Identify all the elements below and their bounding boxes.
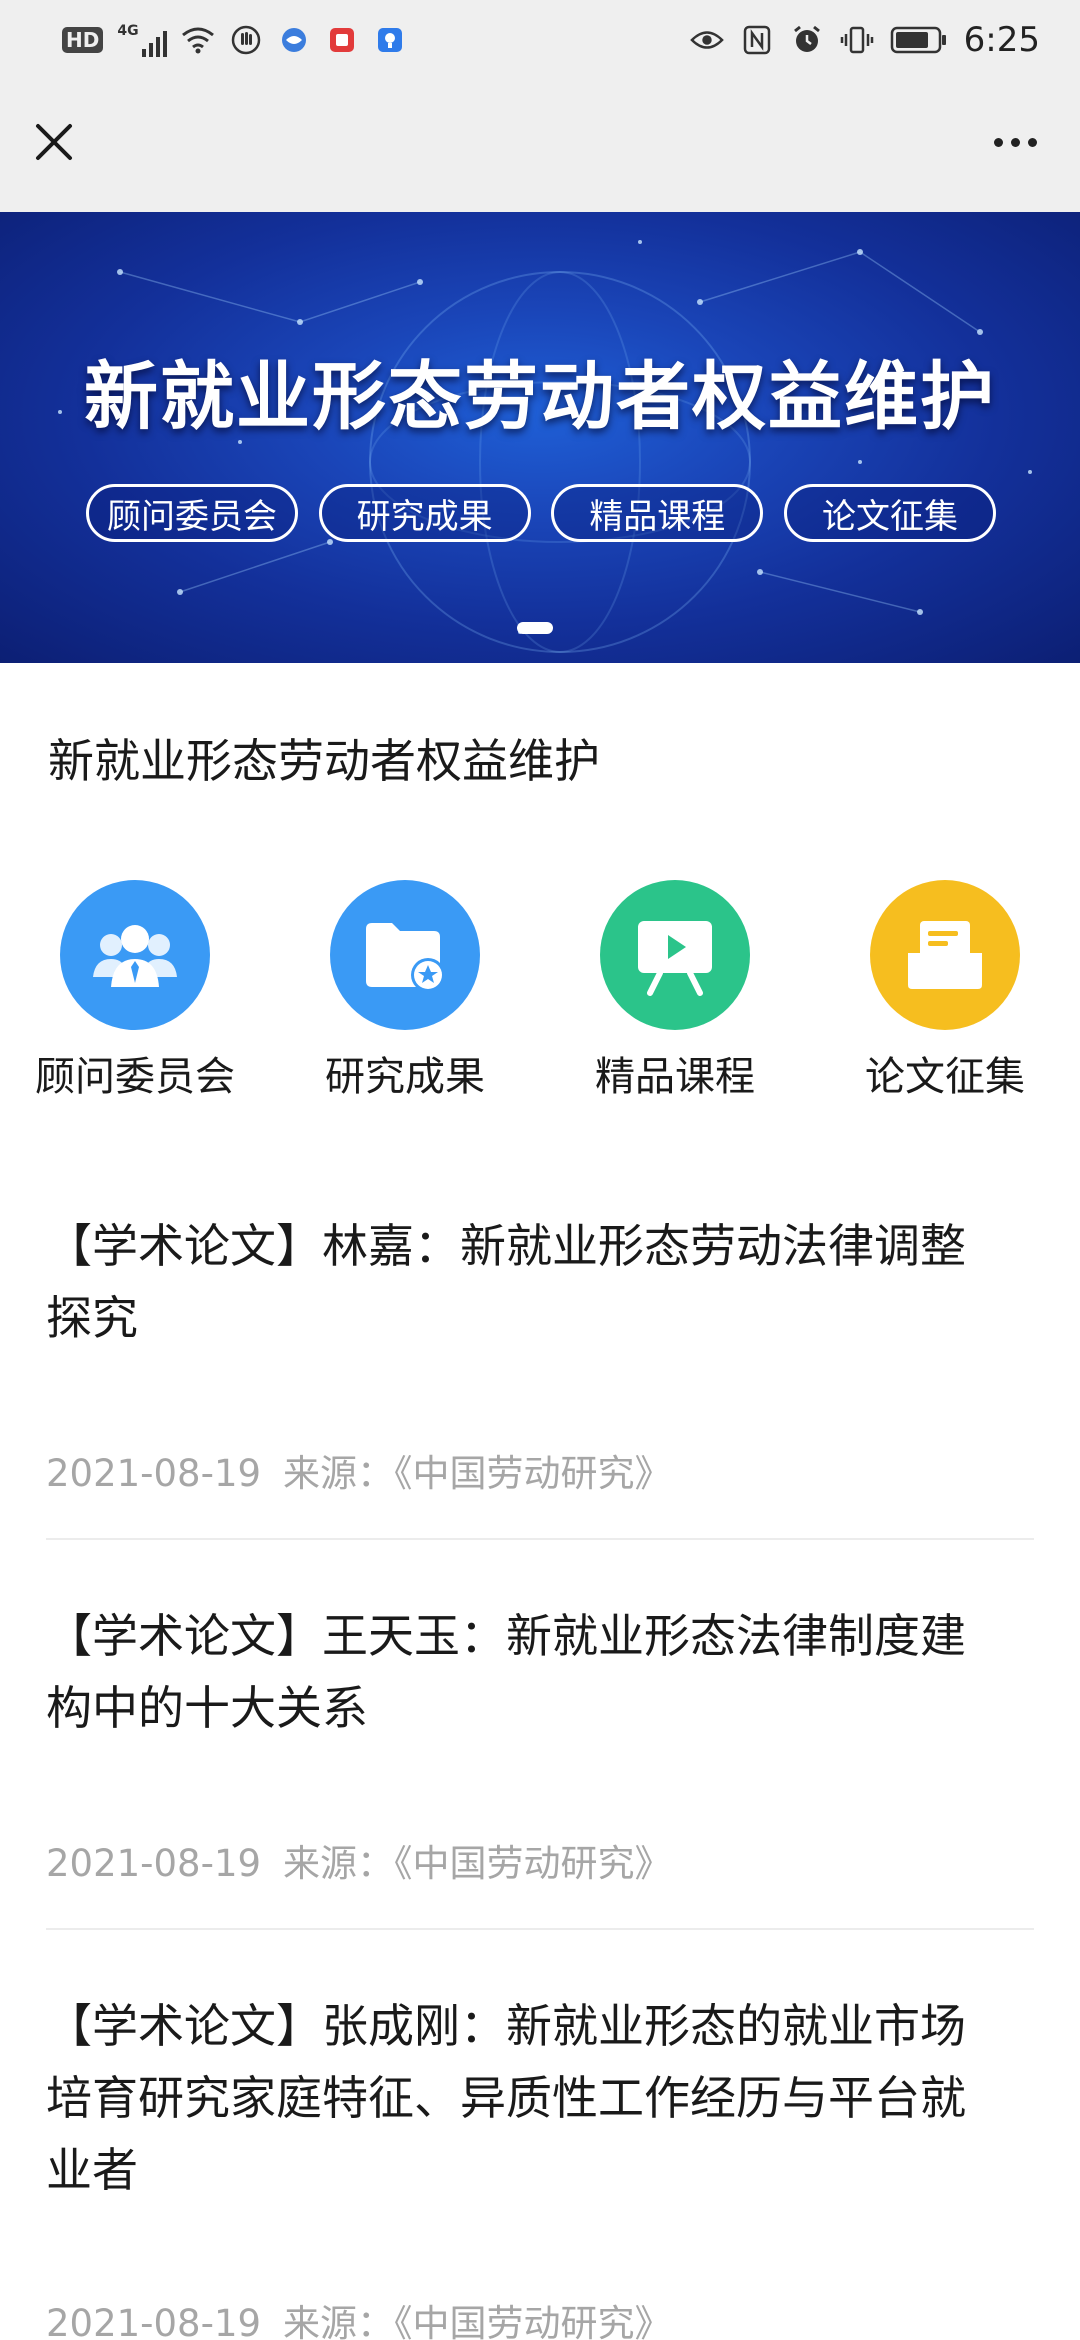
article-title[interactable]: 【学术论文】张成刚：新就业形态的就业市场 培育研究家庭特征、异质性工作经历与平台… [46, 1990, 1036, 2206]
wifi-icon [181, 23, 215, 57]
divider [46, 1928, 1034, 1930]
signal-icon: 4G [117, 23, 167, 57]
article-meta: 2021-08-19 来源：《中国劳动研究》 [46, 1833, 672, 1887]
more-button[interactable] [980, 116, 1050, 168]
folder-star-icon [330, 880, 480, 1030]
title-bar [0, 82, 1080, 212]
quick-nav-advisors[interactable]: 顾问委员会 [0, 880, 270, 1102]
article-date: 2021-08-19 [46, 2302, 262, 2340]
more-icon [993, 137, 1003, 147]
banner-tag-advisors: 顾问委员会 [86, 484, 298, 542]
quick-nav: 顾问委员会 研究成果 精品课程 论文征集 [0, 880, 1080, 1120]
article-title-line: 【学术论文】王天玉：新就业形态法律制度建 [46, 1609, 966, 1663]
article-title[interactable]: 【学术论文】林嘉：新就业形态劳动法律调整 探究 [46, 1210, 1036, 1354]
advisors-icon [60, 880, 210, 1030]
article-meta: 2021-08-19 来源：《中国劳动研究》 [46, 1443, 672, 1497]
article-item[interactable]: 【学术论文】张成刚：新就业形态的就业市场 培育研究家庭特征、异质性工作经历与平台… [46, 1990, 1036, 2340]
article-title-line: 【学术论文】张成刚：新就业形态的就业市场 [46, 1999, 966, 2053]
article-title-line: 构中的十大关系 [46, 1681, 368, 1735]
carousel-indicator[interactable] [517, 622, 553, 634]
presentation-play-icon [600, 880, 750, 1030]
quick-nav-label: 研究成果 [325, 1054, 485, 1100]
banner-title: 新就业形态劳动者权益维护 [84, 354, 996, 440]
network-type: 4G [117, 23, 139, 39]
banner-tag-courses: 精品课程 [551, 484, 764, 542]
article-source: 来源：《中国劳动研究》 [283, 1452, 672, 1495]
article-date: 2021-08-19 [46, 1842, 262, 1885]
vibrate-icon [840, 23, 874, 57]
article-source: 来源：《中国劳动研究》 [283, 2302, 672, 2340]
browser-app-icon [277, 23, 311, 57]
close-button[interactable] [28, 116, 80, 168]
clock: 6:25 [963, 20, 1040, 60]
divider [46, 1538, 1034, 1540]
red-app-icon [325, 23, 359, 57]
article-item[interactable]: 【学术论文】林嘉：新就业形态劳动法律调整 探究 2021-08-19 来源：《中国… [46, 1210, 1036, 1495]
close-icon [36, 124, 72, 160]
article-title[interactable]: 【学术论文】王天玉：新就业形态法律制度建 构中的十大关系 [46, 1600, 1036, 1744]
battery-icon [890, 23, 948, 57]
article-source: 来源：《中国劳动研究》 [283, 1842, 672, 1885]
status-bar: HD 4G 6:25 [0, 0, 1080, 82]
page-title: 新就业形态劳动者权益维护 [48, 734, 600, 788]
quick-nav-papers[interactable]: 论文征集 [810, 880, 1080, 1102]
quick-nav-courses[interactable]: 精品课程 [540, 880, 810, 1102]
nfc-icon [740, 23, 774, 57]
article-title-line: 【学术论文】林嘉：新就业形态劳动法律调整 [46, 1219, 966, 1273]
article-title-line: 培育研究家庭特征、异质性工作经历与平台就 [46, 2071, 966, 2125]
article-title-line: 探究 [46, 1291, 138, 1345]
hand-icon [229, 23, 263, 57]
alarm-icon [790, 23, 824, 57]
quick-nav-label: 顾问委员会 [35, 1054, 235, 1100]
banner-tags: 顾问委员会 研究成果 精品课程 论文征集 [86, 484, 996, 542]
quick-nav-research[interactable]: 研究成果 [270, 880, 540, 1102]
article-title-line: 业者 [46, 2143, 138, 2197]
article-item[interactable]: 【学术论文】王天玉：新就业形态法律制度建 构中的十大关系 2021-08-19 来… [46, 1600, 1036, 1885]
blue-app-icon [373, 23, 407, 57]
quick-nav-label: 精品课程 [595, 1054, 755, 1100]
status-right: 6:25 [689, 18, 1040, 62]
status-left: HD 4G [62, 20, 407, 60]
document-tray-icon [870, 880, 1020, 1030]
banner-tag-research: 研究成果 [318, 484, 531, 542]
article-meta: 2021-08-19 来源：《中国劳动研究》 [46, 2293, 672, 2340]
banner-tag-papers: 论文征集 [783, 484, 996, 542]
article-date: 2021-08-19 [46, 1452, 262, 1495]
quick-nav-label: 论文征集 [865, 1054, 1025, 1100]
banner-carousel[interactable]: 新就业形态劳动者权益维护 顾问委员会 研究成果 精品课程 论文征集 [0, 212, 1080, 663]
eye-icon [689, 23, 724, 57]
hd-badge: HD [62, 27, 104, 53]
